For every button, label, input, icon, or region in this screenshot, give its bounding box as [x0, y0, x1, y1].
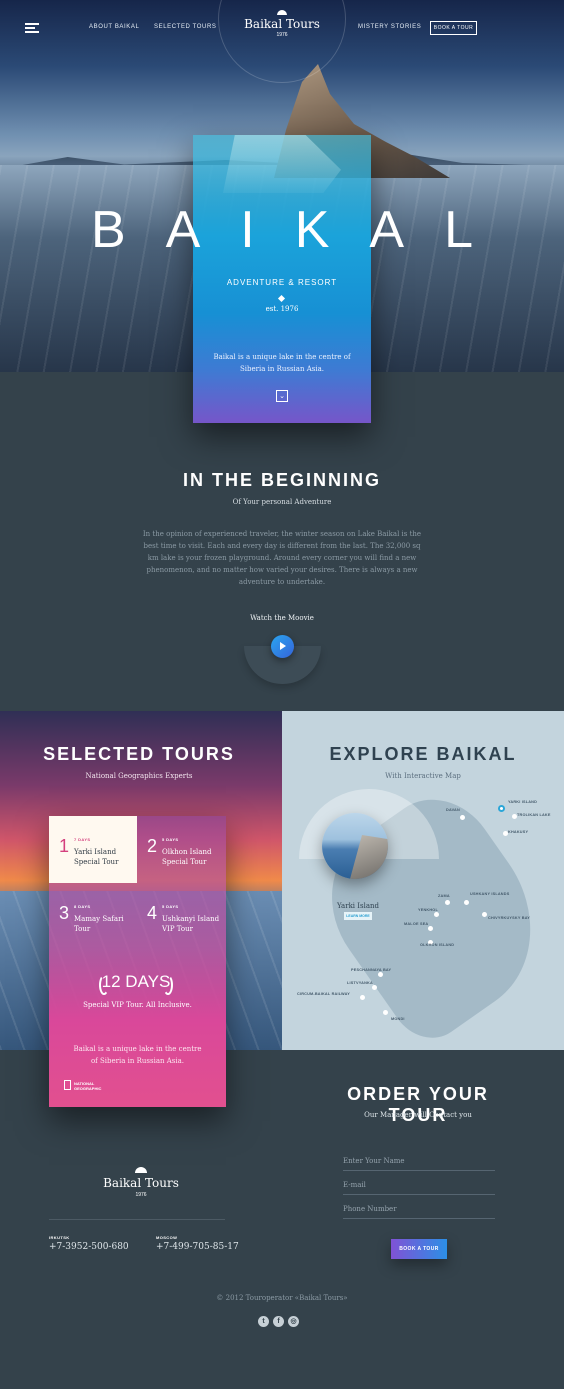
order-subtitle: Our Manager will Contact you — [364, 1111, 472, 1119]
hero-title: BAIKAL — [90, 201, 514, 259]
map-pin-yarki-island[interactable] — [498, 805, 505, 812]
menu-icon[interactable] — [25, 23, 39, 33]
brand-logo[interactable]: Baikal Tours 1976 — [232, 10, 332, 38]
beginning-subtitle: Of Your personal Adventure — [232, 498, 332, 506]
brand-name: Baikal Tours — [244, 17, 320, 31]
natgeo-frame-icon — [64, 1080, 71, 1090]
map-title: EXPLORE BAIKAL — [329, 744, 517, 764]
tour-days: 8 DAYS — [74, 904, 91, 909]
play-button[interactable] — [271, 635, 294, 658]
sun-icon — [135, 1167, 147, 1173]
tour-item-ushkanyi[interactable]: 4 5 DAYS Ushkanyi Island VIP Tour — [137, 883, 225, 950]
map-label: KHAKUSY — [508, 830, 529, 834]
map-label: YARKI ISLAND — [508, 800, 538, 804]
tour-days: 5 DAYS — [162, 904, 179, 909]
map-pin-davan[interactable] — [460, 815, 465, 820]
watch-movie-label: Watch the Moovie — [250, 614, 314, 622]
map-label: DAVAN — [446, 808, 460, 812]
name-field[interactable]: Enter Your Name — [343, 1153, 495, 1171]
contact-city: IRKUTSK — [49, 1235, 70, 1240]
tours-card-description: Baikal is a unique lake in the centre of… — [73, 1045, 202, 1065]
footer-brand-logo[interactable]: Baikal Tours 1976 — [91, 1167, 191, 1198]
natgeo-logo: NATIONAL GEOGRAPHIC — [64, 1080, 104, 1092]
facebook-icon[interactable]: f — [273, 1316, 284, 1327]
tour-number: 4 — [147, 903, 158, 923]
hero-description: Baikal is a unique lake in the centre of… — [213, 353, 351, 373]
tour-item-mamay[interactable]: 3 8 DAYS Mamay Safari Tour — [49, 883, 137, 950]
tour-number: 3 — [59, 903, 70, 923]
tour-name: Ushkanyi Island VIP Tour — [162, 915, 220, 933]
footer-brand-est: 1976 — [135, 1192, 147, 1198]
contact-phone[interactable]: +7-3952-500-680 — [49, 1242, 129, 1252]
natgeo-text: NATIONAL GEOGRAPHIC — [74, 1081, 102, 1091]
photo-label: Yarki Island — [336, 902, 380, 910]
map-label: TROLIKAN LAKE — [517, 813, 551, 817]
order-title: ORDER YOUR TOUR — [347, 1084, 489, 1125]
play-icon — [280, 642, 286, 650]
chevron-down-icon[interactable]: ⌄ — [276, 390, 288, 402]
tour-number: 2 — [147, 836, 158, 856]
special-tour-desc: Special VIP Tour. All Inclusive. — [83, 1001, 192, 1009]
map-pin-circum-baikal[interactable] — [360, 995, 365, 1000]
tour-item-olkhon[interactable]: 2 5 DAYS Olkhon Island Special Tour — [137, 816, 225, 883]
map-label: YENKHOL — [418, 908, 438, 912]
map-label: CHIVYRKUYSKY BAY — [488, 916, 531, 920]
tours-title: SELECTED TOURS — [43, 744, 235, 764]
hero-est: est. 1976 — [265, 305, 299, 313]
map-pin-mondi[interactable] — [383, 1010, 388, 1015]
map-pin-yenkhol[interactable] — [434, 912, 439, 917]
map-label: PESCHANNAYA BAY — [351, 968, 392, 972]
rock-reflection — [223, 135, 341, 193]
map-label: LISTVYANKA — [347, 981, 373, 985]
tour-days: 5 DAYS — [162, 837, 179, 842]
map-label: USHKANY ISLANDS — [470, 892, 510, 896]
map-pin-zama[interactable] — [445, 900, 450, 905]
twitter-icon[interactable]: t — [258, 1316, 269, 1327]
email-field[interactable]: E-mail — [343, 1177, 495, 1195]
tour-number: 1 — [59, 836, 70, 856]
instagram-icon[interactable]: ◎ — [288, 1316, 299, 1327]
tour-name: Yarki Island Special Tour — [74, 848, 119, 866]
nav-selected-tours[interactable]: SELECTED TOURS — [154, 24, 217, 30]
map-pin-chivyrkuysky[interactable] — [482, 912, 487, 917]
beginning-title: IN THE BEGINNING — [182, 470, 381, 490]
tour-days: 7 DAYS — [74, 837, 91, 842]
footer-brand-name: Baikal Tours — [103, 1176, 179, 1190]
map-label: MONDI — [391, 1017, 405, 1021]
top-navigation: ABOUT BAIKAL SELECTED TOURS Baikal Tours… — [0, 0, 564, 83]
special-days[interactable]: 12 DAYS — [99, 972, 173, 992]
map-pin-listvyanka[interactable] — [372, 985, 377, 990]
map-pin-peschannaya[interactable] — [378, 972, 383, 977]
footer-divider — [49, 1219, 225, 1220]
tours-subtitle: National Geographics Experts — [85, 772, 193, 780]
map-label: MALOE SEA — [404, 922, 429, 926]
learn-more-button[interactable]: LEARN MORE — [344, 912, 372, 920]
brand-est: 1976 — [276, 32, 288, 38]
beginning-text: In the opinion of experienced traveler, … — [142, 530, 422, 586]
tour-item-yarki[interactable]: 1 7 DAYS Yarki Island Special Tour — [49, 816, 137, 883]
book-tour-button[interactable]: BOOK A TOUR — [430, 21, 477, 35]
yarki-island-photo — [322, 813, 388, 879]
map-label: ZAMA — [438, 894, 450, 898]
map-pin-ushkany[interactable] — [464, 900, 469, 905]
map-label: OLKHON ISLAND — [420, 943, 455, 947]
tour-name: Mamay Safari Tour — [74, 915, 124, 933]
book-tour-submit-button[interactable]: BOOK A TOUR — [391, 1239, 447, 1259]
sun-icon — [277, 10, 287, 15]
hero-subtitle: ADVENTURE & RESORT — [226, 278, 338, 287]
map-pin-maloe-sea[interactable] — [428, 926, 433, 931]
contact-phone[interactable]: +7-499-705-85-17 — [156, 1242, 239, 1252]
map-subtitle: With Interactive Map — [385, 772, 461, 780]
phone-field[interactable]: Phone Number — [343, 1201, 495, 1219]
contact-city: MOSCOW — [156, 1235, 178, 1240]
copyright: © 2012 Touroperator «Baikal Tours» — [216, 1294, 348, 1302]
tour-name: Olkhon Island Special Tour — [162, 848, 212, 866]
nav-about-baikal[interactable]: ABOUT BAIKAL — [89, 24, 139, 30]
nav-mistery-stories[interactable]: MISTERY STORIES — [358, 24, 421, 30]
map-label: CIRCUM-BAIKAL RAILWAY — [297, 992, 350, 996]
